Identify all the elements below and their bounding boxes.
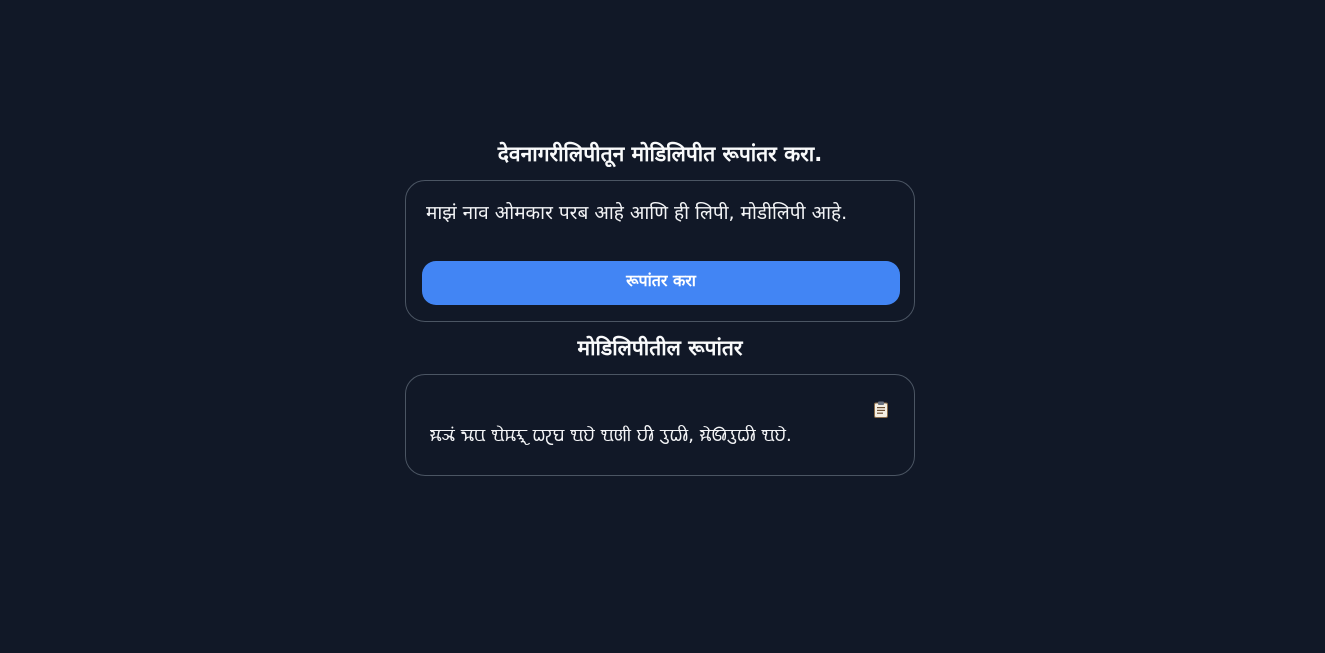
- input-card: माझं नाव ओमकार परब आहे आणि ही लिपी, मोडी…: [405, 180, 915, 322]
- devanagari-input[interactable]: माझं नाव ओमकार परब आहे आणि ही लिपी, मोडी…: [422, 198, 898, 248]
- clipboard-icon: [874, 401, 888, 418]
- output-section-title: मोडिलिपीतील रूपांतर: [577, 336, 743, 360]
- output-card: 𑘦𑘰𑘗𑘽 𑘡𑘰𑘪 𑘌𑘦𑘎𑘰𑘨 𑘢𑘨𑘤 𑘁𑘮𑘹 𑘁𑘜𑘱 𑘮𑘲 𑘩𑘱𑘢𑘲, 𑘦𑘻𑘚𑘲…: [405, 374, 915, 476]
- copy-button[interactable]: [874, 401, 888, 418]
- converter-panel: देवनागरीलिपीतून मोडिलिपीत रूपांतर करा. म…: [405, 140, 915, 476]
- convert-button[interactable]: रूपांतर करा: [422, 261, 900, 305]
- input-section-title: देवनागरीलिपीतून मोडिलिपीत रूपांतर करा.: [497, 142, 823, 166]
- modi-output-text: 𑘦𑘰𑘗𑘽 𑘡𑘰𑘪 𑘌𑘦𑘎𑘰𑘨 𑘢𑘨𑘤 𑘁𑘮𑘹 𑘁𑘜𑘱 𑘮𑘲 𑘩𑘱𑘢𑘲, 𑘦𑘻𑘚𑘲…: [430, 425, 792, 446]
